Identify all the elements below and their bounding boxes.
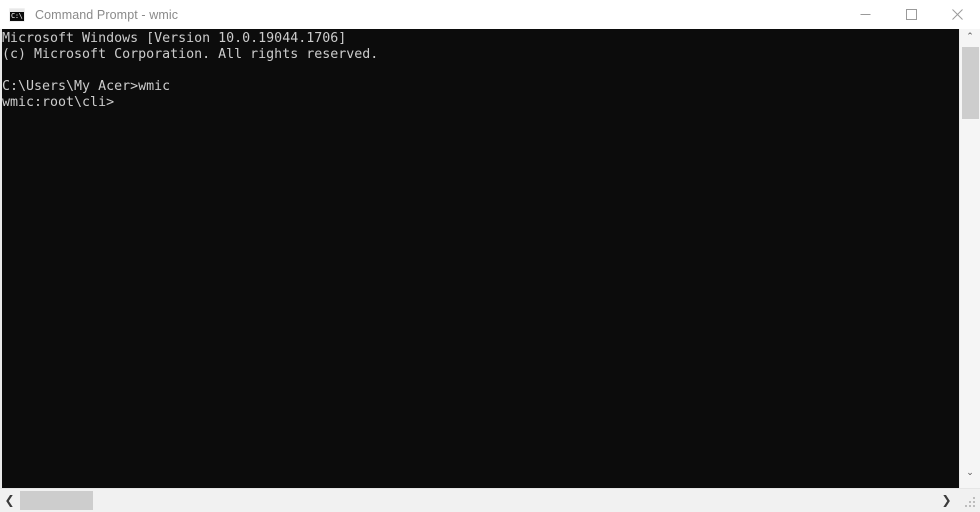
close-button[interactable] bbox=[934, 0, 980, 29]
chevron-right-icon: ❯ bbox=[941, 493, 952, 507]
chevron-up-icon: ⌃ bbox=[966, 32, 974, 42]
cmd-console-icon: C:\ bbox=[9, 7, 25, 22]
terminal-text: Microsoft Windows [Version 10.0.19044.17… bbox=[2, 31, 379, 110]
vertical-scrollbar[interactable]: ⌃ ⌄ bbox=[959, 29, 980, 488]
terminal-output-area[interactable]: Microsoft Windows [Version 10.0.19044.17… bbox=[0, 29, 980, 488]
title-bar[interactable]: C:\ Command Prompt - wmic bbox=[0, 0, 980, 29]
chevron-down-icon: ⌄ bbox=[966, 468, 974, 478]
window-title: Command Prompt - wmic bbox=[35, 7, 179, 22]
vertical-scrollbar-thumb[interactable] bbox=[962, 47, 979, 119]
command-prompt-window: C:\ Command Prompt - wmic Microsoft Wind… bbox=[0, 0, 980, 512]
horizontal-scrollbar-thumb[interactable] bbox=[20, 491, 93, 510]
scroll-left-button[interactable]: ❮ bbox=[0, 490, 19, 510]
horizontal-scrollbar[interactable]: ❮ ❯ bbox=[0, 488, 980, 512]
chevron-left-icon: ❮ bbox=[4, 493, 15, 507]
icon-prompt-glyph: C:\ bbox=[11, 11, 23, 20]
scroll-down-button[interactable]: ⌄ bbox=[960, 465, 980, 482]
maximize-icon bbox=[905, 9, 917, 20]
minimize-icon bbox=[860, 14, 870, 15]
scroll-up-button[interactable]: ⌃ bbox=[960, 29, 980, 46]
maximize-button[interactable] bbox=[888, 0, 934, 29]
scroll-right-button[interactable]: ❯ bbox=[937, 490, 956, 510]
resize-grip[interactable] bbox=[965, 497, 977, 509]
window-controls bbox=[842, 0, 980, 29]
minimize-button[interactable] bbox=[842, 0, 888, 29]
close-icon bbox=[951, 9, 963, 20]
